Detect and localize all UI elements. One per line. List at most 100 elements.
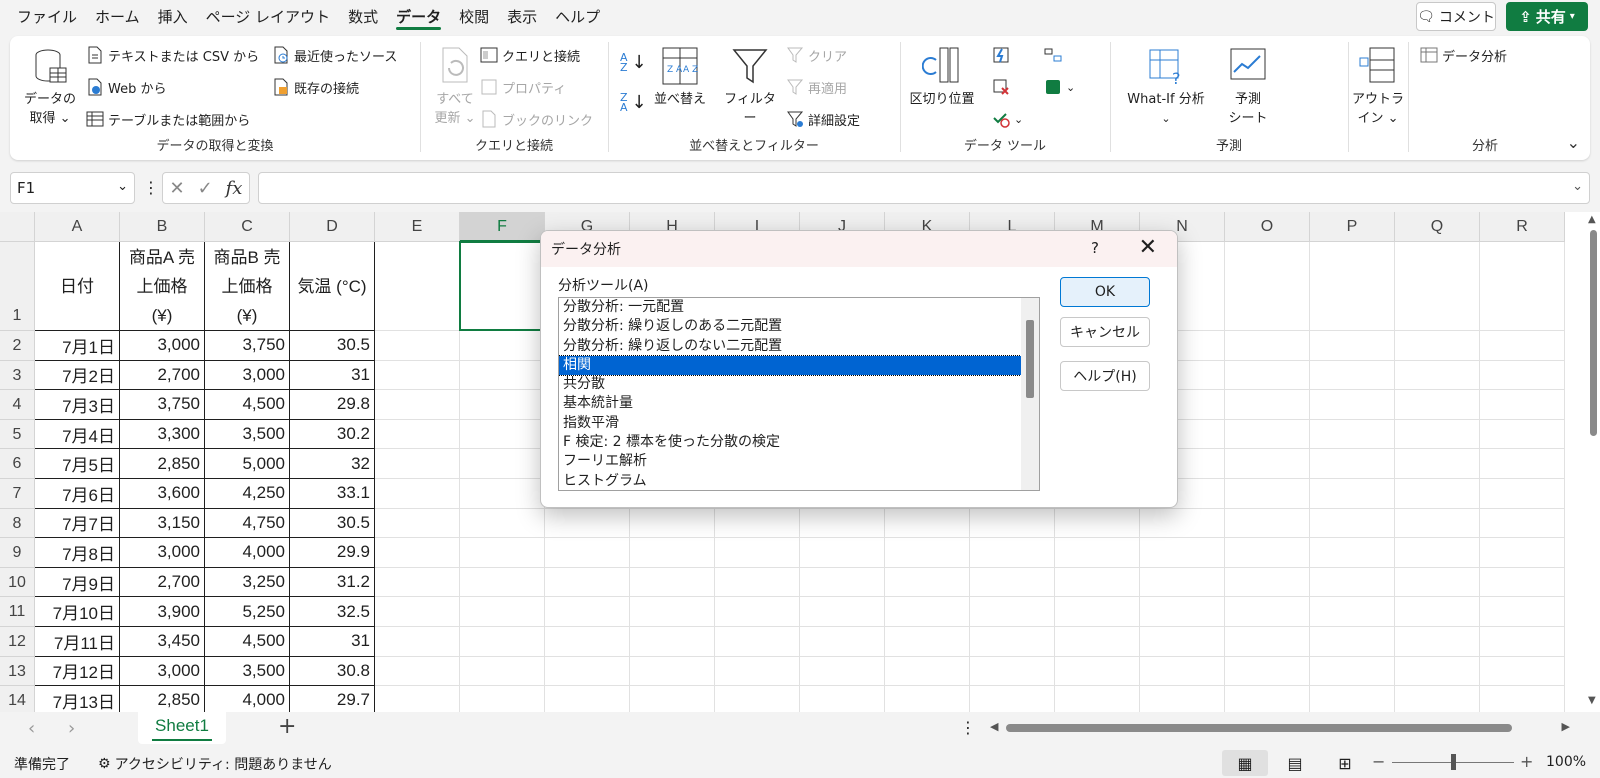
menu-item[interactable]: ホーム xyxy=(86,0,149,34)
grid-cell[interactable] xyxy=(1140,597,1225,627)
data-cell[interactable]: 7月10日 xyxy=(35,597,120,627)
grid-cell[interactable] xyxy=(885,538,970,568)
grid-cell[interactable] xyxy=(630,508,715,539)
data-cell[interactable]: 4,250 xyxy=(205,479,290,509)
row-header[interactable]: 11 xyxy=(0,597,35,627)
grid-cell[interactable] xyxy=(970,627,1055,657)
grid-cell[interactable] xyxy=(1310,390,1395,420)
grid-cell[interactable] xyxy=(375,390,460,420)
data-cell[interactable]: 3,150 xyxy=(120,508,205,539)
column-header[interactable]: D xyxy=(290,212,375,242)
grid-cell[interactable] xyxy=(1310,597,1395,627)
grid-cell[interactable] xyxy=(800,627,885,657)
analysis-tool-item[interactable]: 共分散 xyxy=(559,375,1039,394)
grid-cell[interactable] xyxy=(375,479,460,509)
data-cell[interactable]: 30.5 xyxy=(290,508,375,539)
grid-cell[interactable] xyxy=(460,449,545,479)
menu-item[interactable]: 校閲 xyxy=(450,0,498,34)
data-cell[interactable]: 30.8 xyxy=(290,656,375,687)
name-box[interactable]: F1 ⌄ xyxy=(10,172,135,204)
cancel-button[interactable]: キャンセル xyxy=(1060,317,1150,347)
grid-cell[interactable] xyxy=(1055,567,1140,598)
grid-cell[interactable] xyxy=(1310,686,1395,712)
grid-cell[interactable] xyxy=(1395,479,1480,509)
row-header[interactable]: 2 xyxy=(0,331,35,361)
analysis-tool-item[interactable]: ヒストグラム xyxy=(559,472,1039,490)
data-analysis-button[interactable]: データ分析 xyxy=(1420,42,1507,68)
help-button[interactable]: ヘルプ(H) xyxy=(1060,361,1150,391)
analysis-tool-item[interactable]: F 検定: 2 標本を使った分散の検定 xyxy=(559,433,1039,452)
grid-cell[interactable] xyxy=(1055,686,1140,712)
recent-sources-button[interactable]: 最近使ったソース xyxy=(272,42,397,68)
what-if-analysis-button[interactable]: ? What-If 分析 ⌄ xyxy=(1118,46,1214,128)
analysis-tool-item[interactable]: 分散分析: 繰り返しのある二元配置 xyxy=(559,317,1039,336)
grid-cell[interactable] xyxy=(1395,508,1480,539)
grid-cell[interactable] xyxy=(1395,390,1480,420)
grid-cell[interactable] xyxy=(800,508,885,539)
chevron-down-icon[interactable]: ⌄ xyxy=(117,179,128,194)
data-cell[interactable]: 7月11日 xyxy=(35,627,120,657)
data-cell[interactable]: 3,300 xyxy=(120,419,205,450)
data-cell[interactable]: 4,500 xyxy=(205,390,290,420)
ok-button[interactable]: OK xyxy=(1060,277,1150,307)
from-web-button[interactable]: Web から xyxy=(86,74,166,100)
data-cell[interactable]: 4,750 xyxy=(205,508,290,539)
grid-cell[interactable] xyxy=(1310,449,1395,479)
grid-cell[interactable] xyxy=(630,656,715,687)
queries-connections-button[interactable]: クエリと接続 xyxy=(480,42,580,68)
grid-cell[interactable] xyxy=(1225,538,1310,568)
column-header[interactable]: C xyxy=(205,212,290,242)
data-cell[interactable]: 29.7 xyxy=(290,686,375,712)
menu-item[interactable]: ページ レイアウト xyxy=(197,0,339,34)
grid-cell[interactable] xyxy=(375,242,460,331)
grid-cell[interactable] xyxy=(1225,627,1310,657)
column-header[interactable]: E xyxy=(375,212,460,242)
grid-cell[interactable] xyxy=(1225,597,1310,627)
get-data-button[interactable]: データの 取得 ⌄ xyxy=(24,46,76,128)
grid-cell[interactable] xyxy=(1480,479,1565,509)
advanced-filter-button[interactable]: 詳細設定 xyxy=(786,106,860,132)
grid-cell[interactable] xyxy=(800,567,885,598)
grid-cell[interactable] xyxy=(885,627,970,657)
grid-cell[interactable] xyxy=(1395,627,1480,657)
grid-cell[interactable] xyxy=(970,508,1055,539)
formula-input[interactable]: ⌄ xyxy=(258,172,1590,204)
grid-cell[interactable] xyxy=(375,508,460,539)
data-cell[interactable]: 32.5 xyxy=(290,597,375,627)
data-cell[interactable]: 7月8日 xyxy=(35,538,120,568)
analysis-tool-item[interactable]: 指数平滑 xyxy=(559,414,1039,433)
grid-cell[interactable] xyxy=(1395,656,1480,687)
menu-item[interactable]: 挿入 xyxy=(149,0,197,34)
scroll-left-icon[interactable]: ◀ xyxy=(990,720,998,733)
row-header[interactable]: 12 xyxy=(0,627,35,657)
formula-bar-menu-icon[interactable]: ⋮ xyxy=(143,178,159,197)
data-cell[interactable]: 7月9日 xyxy=(35,567,120,598)
grid-cell[interactable] xyxy=(1480,390,1565,420)
grid-cell[interactable] xyxy=(630,597,715,627)
menu-item[interactable]: 表示 xyxy=(498,0,546,34)
from-table-range-button[interactable]: テーブルまたは範囲から xyxy=(86,106,250,132)
normal-view-button[interactable]: ▦ xyxy=(1222,750,1268,776)
grid-cell[interactable] xyxy=(1480,331,1565,361)
data-cell[interactable]: 3,750 xyxy=(120,390,205,420)
menu-item[interactable]: ファイル xyxy=(8,0,86,34)
grid-cell[interactable] xyxy=(1310,627,1395,657)
grid-cell[interactable] xyxy=(460,656,545,687)
grid-cell[interactable] xyxy=(1480,419,1565,450)
grid-cell[interactable] xyxy=(1140,656,1225,687)
grid-cell[interactable] xyxy=(885,656,970,687)
grid-cell[interactable] xyxy=(715,597,800,627)
data-cell[interactable]: 31 xyxy=(290,360,375,391)
expand-formula-icon[interactable]: ⌄ xyxy=(1572,179,1583,194)
grid-cell[interactable] xyxy=(1480,597,1565,627)
grid-cell[interactable] xyxy=(375,331,460,361)
grid-cell[interactable] xyxy=(800,686,885,712)
close-icon[interactable]: ✕ xyxy=(1139,235,1157,260)
row-header[interactable]: 6 xyxy=(0,449,35,479)
grid-cell[interactable] xyxy=(1480,449,1565,479)
grid-cell[interactable] xyxy=(460,419,545,450)
grid-cell[interactable] xyxy=(1225,449,1310,479)
column-header[interactable]: R xyxy=(1480,212,1565,242)
data-cell[interactable]: 7月2日 xyxy=(35,360,120,391)
grid-cell[interactable] xyxy=(1225,360,1310,391)
